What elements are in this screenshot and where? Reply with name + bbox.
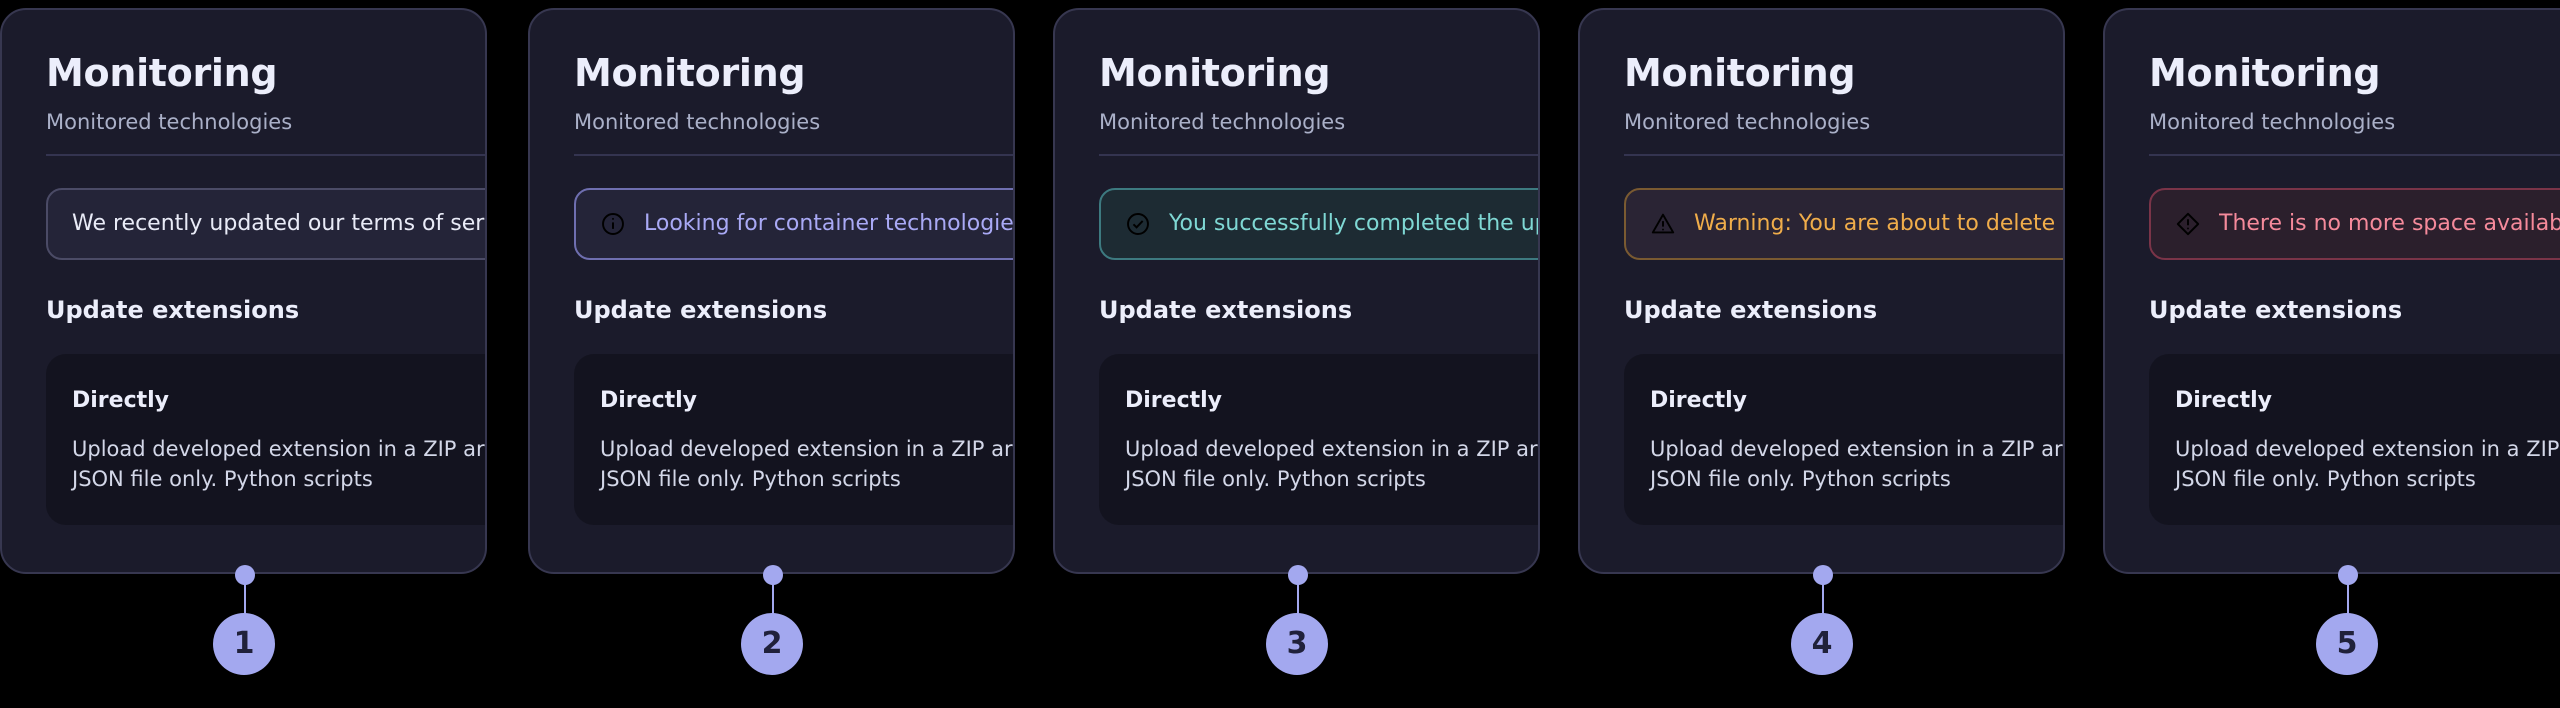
alert-error[interactable]: There is no more space available <box>2149 187 2560 260</box>
alert-warning[interactable]: Warning: You are about to delete data <box>1624 187 2063 260</box>
section-heading: Update extensions <box>1099 295 1353 324</box>
marker-number-badge: 5 <box>2316 613 2378 675</box>
marker-stem <box>244 583 246 615</box>
alert-message: You successfully completed the update <box>1169 212 1538 235</box>
cards-showcase: Monitoring Monitored technologies We recen… <box>0 0 2560 708</box>
monitoring-card: Monitoring Monitored technologies We recen… <box>0 8 487 574</box>
card-content: Monitoring Monitored technologies There is… <box>2105 51 2560 525</box>
update-method-description: Upload developed extension in a ZIP arch… <box>72 436 485 491</box>
page-title: Monitoring <box>46 51 278 95</box>
header-divider <box>574 153 1013 156</box>
marker-stem <box>1297 583 1299 615</box>
update-method-description: Upload developed extension in a ZIP arch… <box>2175 436 2560 491</box>
card-content: Monitoring Monitored technologies Warning:… <box>1580 51 2063 525</box>
update-method-panel[interactable]: Directly Upload developed extension in a … <box>46 353 485 525</box>
update-method-title: Directly <box>1125 387 1223 413</box>
marker-pin: 5 <box>2316 565 2380 675</box>
page-subtitle: Monitored technologies <box>1099 109 1346 134</box>
page-title: Monitoring <box>1099 51 1331 95</box>
marker-stem <box>2347 583 2349 615</box>
section-heading: Update extensions <box>2149 295 2403 324</box>
marker-pin: 3 <box>1266 565 1330 675</box>
page-title: Monitoring <box>1624 51 1856 95</box>
monitoring-card: Monitoring Monitored technologies You succ… <box>1053 8 1540 574</box>
header-divider <box>2149 153 2560 156</box>
card-content: Monitoring Monitored technologies We recen… <box>2 51 487 525</box>
update-method-panel[interactable]: Directly Upload developed extension in a … <box>1099 353 1538 525</box>
update-method-panel[interactable]: Directly Upload developed extension in a … <box>2149 353 2560 525</box>
warning-triangle-icon <box>1650 211 1676 237</box>
page-title: Monitoring <box>574 51 806 95</box>
marker-number-badge: 4 <box>1791 613 1853 675</box>
alert-success[interactable]: You successfully completed the update <box>1099 187 1538 260</box>
update-method-title: Directly <box>1650 387 1748 413</box>
update-method-panel[interactable]: Directly Upload developed extension in a … <box>574 353 1013 525</box>
alert-message: We recently updated our terms of service <box>72 212 487 235</box>
alert-neutral[interactable]: We recently updated our terms of service <box>46 187 487 260</box>
page-subtitle: Monitored technologies <box>2149 109 2396 134</box>
update-method-description: Upload developed extension in a ZIP arch… <box>600 436 1013 491</box>
card-content: Monitoring Monitored technologies You succ… <box>1055 51 1538 525</box>
page-subtitle: Monitored technologies <box>46 109 293 134</box>
marker-pin: 4 <box>1791 565 1855 675</box>
marker-pin: 1 <box>213 565 277 675</box>
header-divider <box>1099 153 1538 156</box>
update-method-description: Upload developed extension in a ZIP arch… <box>1125 436 1538 491</box>
header-divider <box>1624 153 2063 156</box>
marker-stem <box>1822 583 1824 615</box>
alert-info[interactable]: Looking for container technologies? <box>574 187 1015 260</box>
alert-message: Looking for container technologies? <box>644 212 1015 235</box>
monitoring-card: Monitoring Monitored technologies Looking … <box>528 8 1015 574</box>
page-subtitle: Monitored technologies <box>1624 109 1871 134</box>
header-divider <box>46 153 485 156</box>
monitoring-card: Monitoring Monitored technologies There is… <box>2103 8 2560 574</box>
update-method-title: Directly <box>2175 387 2273 413</box>
monitoring-card: Monitoring Monitored technologies Warning:… <box>1578 8 2065 574</box>
alert-message: There is no more space available <box>2219 212 2560 235</box>
marker-stem <box>772 583 774 615</box>
section-heading: Update extensions <box>574 295 828 324</box>
info-circle-icon <box>600 211 626 237</box>
marker-pin: 2 <box>741 565 805 675</box>
marker-number-badge: 3 <box>1266 613 1328 675</box>
update-method-title: Directly <box>72 387 170 413</box>
marker-number-badge: 2 <box>741 613 803 675</box>
update-method-title: Directly <box>600 387 698 413</box>
update-method-description: Upload developed extension in a ZIP arch… <box>1650 436 2063 491</box>
check-circle-icon <box>1125 211 1151 237</box>
page-title: Monitoring <box>2149 51 2381 95</box>
card-content: Monitoring Monitored technologies Looking … <box>530 51 1015 525</box>
section-heading: Update extensions <box>46 295 300 324</box>
marker-number-badge: 1 <box>213 613 275 675</box>
page-subtitle: Monitored technologies <box>574 109 821 134</box>
update-method-panel[interactable]: Directly Upload developed extension in a … <box>1624 353 2063 525</box>
error-diamond-icon <box>2175 211 2201 237</box>
section-heading: Update extensions <box>1624 295 1878 324</box>
alert-message: Warning: You are about to delete data <box>1694 212 2063 235</box>
